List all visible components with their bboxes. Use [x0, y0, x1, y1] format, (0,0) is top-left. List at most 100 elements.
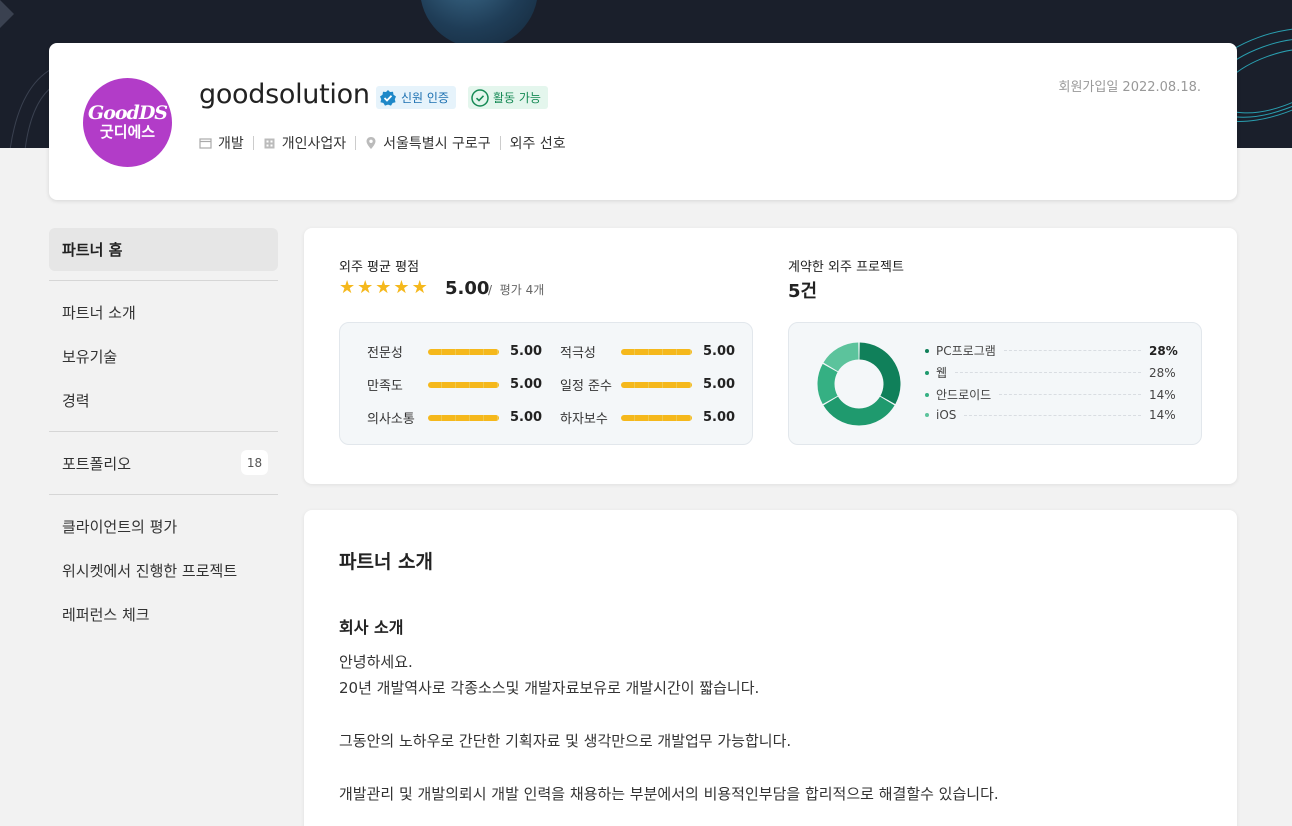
- partner-intro-card: 파트너 소개 회사 소개 안녕하세요. 20년 개발역사로 각종소스및 개발자료…: [304, 510, 1237, 826]
- score-label: 일정 준수: [560, 379, 612, 394]
- available-label: 활동 가능: [493, 91, 541, 105]
- donut-slice-0: [858, 342, 901, 405]
- score-value: 5.00: [703, 410, 736, 425]
- legend-row: 웹 28%: [925, 364, 1176, 381]
- intro-paragraph: 개발관리 및 개발의뢰시 개발 인력을 채용하는 부분에서의 비용적인부담을 합…: [339, 785, 999, 803]
- star-rating: ★ ★ ★ ★ ★: [339, 279, 428, 297]
- legend-dot: [925, 348, 929, 353]
- score-label: 만족도: [367, 379, 403, 394]
- sidebar-item-label: 포트폴리오: [62, 454, 132, 473]
- score-value: 5.00: [703, 344, 736, 359]
- planet-decoration: [420, 0, 538, 48]
- meta-business-type-label: 개인사업자: [281, 136, 347, 152]
- score-bar: [428, 348, 499, 355]
- intro-paragraph: 20년 개발역사로 각종소스및 개발자료보유로 개발시간이 짧습니다.: [339, 679, 760, 697]
- review-count: / 평가 4개: [488, 283, 545, 297]
- sidebar-item-client-reviews[interactable]: 클라이언트의 평가: [49, 504, 278, 548]
- legend-row: iOS 14%: [925, 408, 1176, 422]
- project-category-panel: PC프로그램 28% 웹 28% 안드로이드 14% iOS 14%: [788, 322, 1202, 445]
- available-badge: 활동 가능: [468, 86, 548, 109]
- logo-wordmark: GoodDS: [87, 102, 168, 124]
- average-rating-label: 외주 평균 평점: [339, 260, 420, 275]
- sidebar-item-portfolio[interactable]: 포트폴리오 18: [49, 441, 278, 485]
- sidebar-item-label: 파트너 소개: [62, 303, 136, 322]
- sidebar-divider: [49, 431, 278, 432]
- score-row: 적극성 5.00: [560, 342, 736, 361]
- sidebar-nav: 파트너 홈 파트너 소개 보유기술 경력 포트폴리오 18 클라이언트의 평가 …: [49, 228, 278, 636]
- sidebar-divider: [49, 494, 278, 495]
- star-icon: ★: [339, 277, 356, 298]
- sidebar-item-skills[interactable]: 보유기술: [49, 334, 278, 378]
- meta-preference-label: 외주 선호: [509, 136, 566, 152]
- legend-row: 안드로이드 14%: [925, 386, 1176, 403]
- sidebar-item-label: 레퍼런스 체크: [62, 605, 150, 624]
- score-value: 5.00: [703, 377, 736, 392]
- score-row: 의사소통 5.00: [367, 408, 542, 427]
- score-bar: [621, 381, 692, 388]
- legend-leader: [999, 394, 1141, 395]
- legend-leader: [1003, 350, 1141, 351]
- partner-intro-title: 파트너 소개: [339, 551, 434, 573]
- sidebar-item-label: 위시켓에서 진행한 프로젝트: [62, 561, 238, 580]
- legend-percent: 28%: [1149, 365, 1176, 380]
- sidebar-item-wishket-projects[interactable]: 위시켓에서 진행한 프로젝트: [49, 548, 278, 592]
- score-row: 전문성 5.00: [367, 342, 543, 361]
- score-row: 하자보수 5.00: [560, 408, 736, 427]
- window-icon: [199, 137, 212, 149]
- legend-percent: 28%: [1149, 343, 1178, 358]
- score-value: 5.00: [510, 377, 543, 392]
- legend-leader: [964, 414, 1141, 416]
- portfolio-count-badge: 18: [241, 450, 268, 475]
- meta-business-type: 개인사업자: [263, 133, 346, 153]
- meta-field-label: 개발: [218, 136, 244, 152]
- rating-summary-card: 외주 평균 평점 ★ ★ ★ ★ ★ 5.00 / 평가 4개 계약한 외주 프…: [304, 228, 1237, 484]
- star-icon: ★: [357, 277, 374, 298]
- sidebar-item-partner-intro[interactable]: 파트너 소개: [49, 290, 278, 334]
- meta-divider: [499, 136, 501, 150]
- score-bar: [428, 414, 499, 421]
- score-bar: [621, 348, 692, 355]
- sidebar-divider: [49, 280, 278, 281]
- corner-decoration: [0, 0, 14, 28]
- score-bar: [621, 414, 692, 421]
- identity-verified-label: 신원 인증: [401, 91, 449, 105]
- sidebar-item-label: 클라이언트의 평가: [62, 517, 178, 536]
- intro-paragraph: 안녕하세요.: [339, 653, 413, 671]
- intro-paragraph: 그동안의 노하우로 간단한 기획자료 및 생각만으로 개발업무 가능합니다.: [339, 732, 792, 750]
- score-value: 5.00: [510, 344, 543, 359]
- logo-korean-name: 굿디에스: [99, 123, 156, 141]
- legend-name: 안드로이드: [936, 388, 992, 402]
- join-date: 회원가입일 2022.08.18.: [1058, 80, 1202, 95]
- verified-check-icon: [380, 89, 396, 106]
- meta-divider: [252, 136, 254, 150]
- legend-percent: 14%: [1149, 387, 1176, 402]
- legend-dot: [925, 392, 929, 397]
- sidebar-item-label: 경력: [62, 391, 90, 410]
- project-category-donut: [817, 342, 901, 426]
- legend-row: PC프로그램 28%: [925, 342, 1178, 359]
- donut-slice-3: [823, 342, 860, 372]
- star-icon: ★: [375, 277, 392, 298]
- score-label: 의사소통: [367, 412, 415, 427]
- building-icon: [264, 138, 275, 148]
- score-row: 일정 준수 5.00: [560, 375, 736, 394]
- identity-verified-badge: 신원 인증: [376, 86, 456, 109]
- donut-slice-1: [823, 396, 895, 426]
- sidebar-item-partner-home[interactable]: 파트너 홈: [49, 228, 278, 271]
- meta-divider: [355, 136, 357, 150]
- sidebar-item-reference-check[interactable]: 레퍼런스 체크: [49, 592, 278, 636]
- meta-location-label: 서울특별시 구로구: [383, 136, 491, 152]
- legend-leader: [955, 372, 1141, 373]
- sidebar-item-career[interactable]: 경력: [49, 378, 278, 422]
- star-icon: ★: [393, 277, 410, 298]
- location-pin-icon: [366, 137, 376, 149]
- contracted-projects-count: 5건: [788, 281, 818, 302]
- legend-name: iOS: [936, 408, 957, 422]
- meta-field: 개발: [199, 133, 244, 153]
- score-label: 하자보수: [560, 412, 608, 427]
- donut-slice-2: [817, 363, 838, 405]
- sidebar-item-label: 보유기술: [62, 347, 118, 366]
- legend-percent: 14%: [1149, 408, 1176, 422]
- score-bar: [428, 381, 499, 388]
- profile-card: GoodDS 굿디에스 goodsolution 신원 인증 활동 가능 개발: [49, 43, 1237, 200]
